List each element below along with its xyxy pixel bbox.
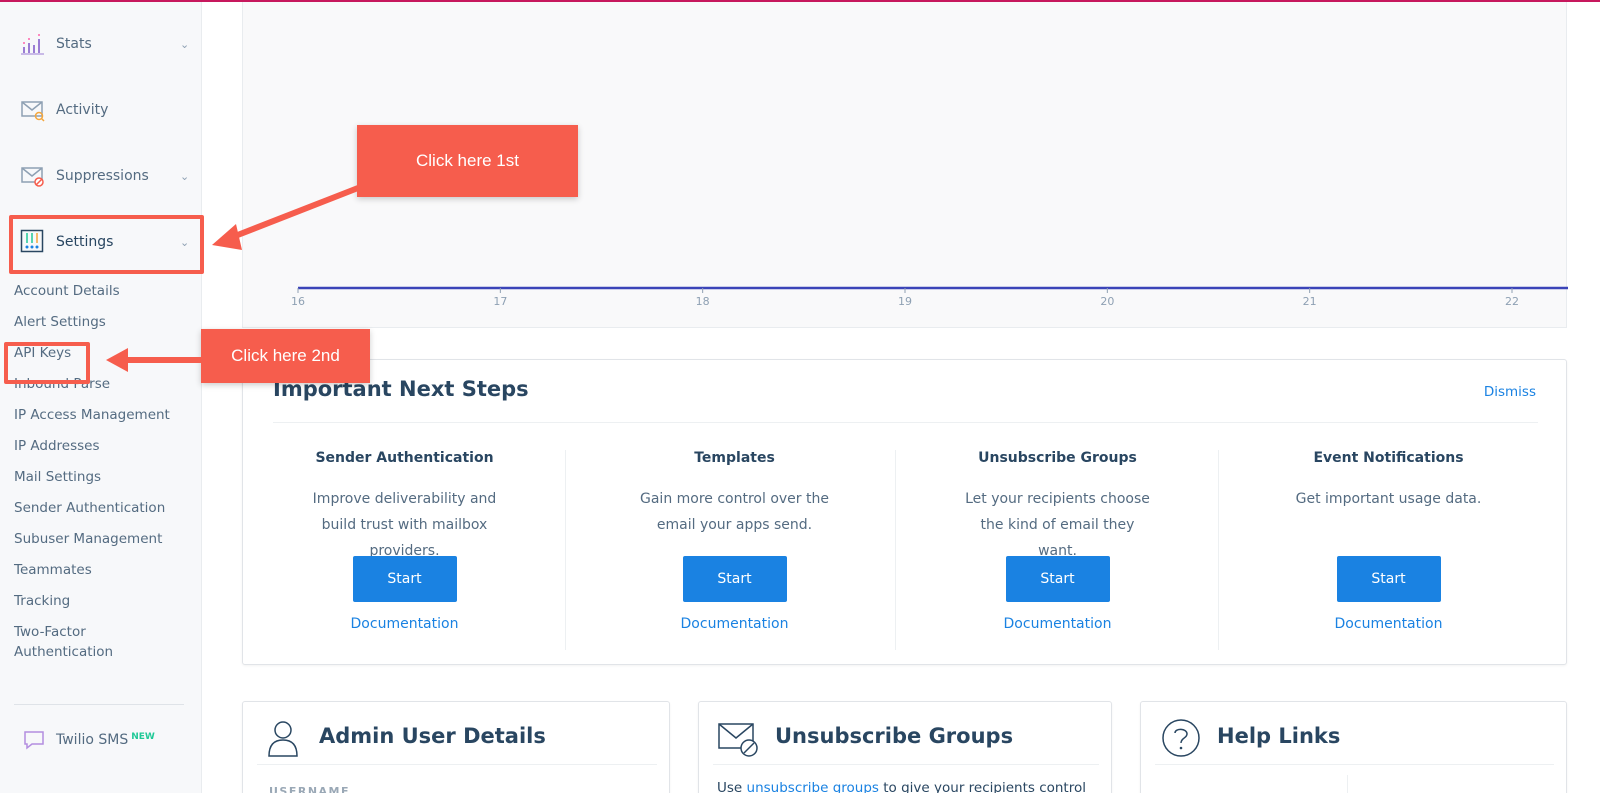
step-title: Sender Authentication — [315, 450, 494, 466]
sidebar-sub-teammates[interactable]: Teammates — [14, 560, 92, 580]
sidebar-sub-ip-access-management[interactable]: IP Access Management — [14, 405, 170, 425]
sidebar-divider — [14, 704, 184, 705]
card-title: Admin User Details — [319, 724, 546, 748]
divider — [713, 764, 1099, 765]
sidebar-item-suppressions[interactable]: Suppressions ⌄ — [0, 156, 202, 196]
mail-blocked-icon — [718, 723, 758, 757]
text-suffix: to give your recipients control — [883, 780, 1086, 793]
chevron-down-icon: ⌄ — [180, 169, 190, 183]
username-label: USERNAME — [269, 785, 351, 793]
sidebar-item-twilio-sms[interactable]: Twilio SMS NEW — [0, 720, 202, 760]
divider — [257, 764, 657, 765]
sidebar-sub-ip-addresses[interactable]: IP Addresses — [14, 436, 100, 456]
x-tick-label: 21 — [1303, 295, 1317, 308]
sidebar-sub-account-details[interactable]: Account Details — [14, 281, 120, 301]
step-title: Templates — [694, 450, 775, 466]
step-description: Get important usage data. — [1295, 491, 1482, 507]
start-button[interactable]: Start — [682, 556, 787, 602]
unsubscribe-groups-link[interactable]: unsubscribe groups — [747, 780, 879, 793]
unsubscribe-description: Use unsubscribe groups to give your reci… — [717, 780, 1086, 793]
step-description: Gain more control over the email your ap… — [640, 491, 829, 533]
step-event-notifications: Event Notifications Get important usage … — [1227, 450, 1550, 650]
sidebar-sub-sender-authentication[interactable]: Sender Authentication — [14, 498, 165, 518]
x-tick-label: 16 — [291, 295, 305, 308]
sidebar-sub-mail-settings[interactable]: Mail Settings — [14, 467, 101, 487]
sidebar-sub-subuser-management[interactable]: Subuser Management — [14, 529, 162, 549]
card-title: Unsubscribe Groups — [775, 724, 1014, 748]
next-steps-card: Important Next Steps Dismiss Sender Auth… — [242, 359, 1567, 665]
sidebar-sub-tracking[interactable]: Tracking — [14, 591, 70, 611]
sidebar: Stats ⌄ Activity Suppressions ⌄ Settings — [0, 2, 202, 793]
admin-user-card: Admin User Details USERNAME — [242, 701, 670, 793]
dismiss-link[interactable]: Dismiss — [1484, 384, 1536, 400]
x-tick-label: 17 — [493, 295, 507, 308]
help-links-card: Help Links — [1140, 701, 1567, 793]
unsubscribe-groups-card: Unsubscribe Groups Use unsubscribe group… — [698, 701, 1112, 793]
sidebar-item-stats[interactable]: Stats ⌄ — [0, 24, 202, 64]
sidebar-item-label: Stats — [56, 36, 92, 52]
column-divider — [565, 450, 566, 650]
step-title: Unsubscribe Groups — [978, 450, 1137, 466]
start-button[interactable]: Start — [352, 556, 457, 602]
sidebar-sub-two-factor[interactable]: Two-Factor — [14, 622, 86, 642]
documentation-link[interactable]: Documentation — [243, 616, 566, 632]
x-tick-label: 19 — [898, 295, 912, 308]
divider — [1155, 764, 1554, 765]
step-templates: Templates Gain more control over the ema… — [573, 450, 896, 650]
x-tick-label: 22 — [1505, 295, 1519, 308]
text-prefix: Use — [717, 780, 743, 793]
x-tick-label: 20 — [1100, 295, 1114, 308]
stats-icon — [21, 34, 44, 55]
sidebar-item-activity[interactable]: Activity — [0, 90, 202, 130]
divider — [273, 422, 1538, 423]
callout-click-here-2nd: Click here 2nd — [201, 329, 370, 383]
x-tick-label: 18 — [696, 295, 710, 308]
sidebar-sub-alert-settings[interactable]: Alert Settings — [14, 312, 106, 332]
chat-bubble-icon — [24, 731, 44, 750]
column-divider — [1218, 450, 1219, 650]
documentation-link[interactable]: Documentation — [573, 616, 896, 632]
settings-highlight-box — [9, 215, 204, 274]
sidebar-item-label: Twilio SMS NEW — [56, 732, 155, 748]
start-button[interactable]: Start — [1336, 556, 1441, 602]
api-keys-highlight-box — [4, 342, 90, 384]
user-icon — [268, 721, 298, 757]
documentation-link[interactable]: Documentation — [1227, 616, 1550, 632]
step-sender-authentication: Sender Authentication Improve deliverabi… — [243, 450, 566, 650]
chevron-down-icon: ⌄ — [180, 37, 190, 51]
card-title: Help Links — [1217, 724, 1341, 748]
sms-label: Twilio SMS — [56, 732, 129, 748]
help-icon — [1162, 719, 1200, 757]
documentation-link[interactable]: Documentation — [896, 616, 1219, 632]
start-button[interactable]: Start — [1005, 556, 1110, 602]
column-divider — [1347, 775, 1348, 793]
new-badge: NEW — [131, 732, 155, 742]
step-title: Event Notifications — [1313, 450, 1464, 466]
activity-icon — [21, 101, 45, 122]
sidebar-item-label: Suppressions — [56, 168, 149, 184]
step-description: Improve deliverability and build trust w… — [312, 491, 497, 559]
sidebar-sub-authentication[interactable]: Authentication — [14, 642, 113, 662]
sidebar-item-label: Activity — [56, 102, 109, 118]
step-unsubscribe-groups: Unsubscribe Groups Let your recipients c… — [896, 450, 1219, 650]
step-description: Let your recipients choose the kind of e… — [965, 491, 1150, 559]
suppressions-icon — [21, 167, 44, 187]
callout-click-here-1st: Click here 1st — [357, 125, 578, 197]
